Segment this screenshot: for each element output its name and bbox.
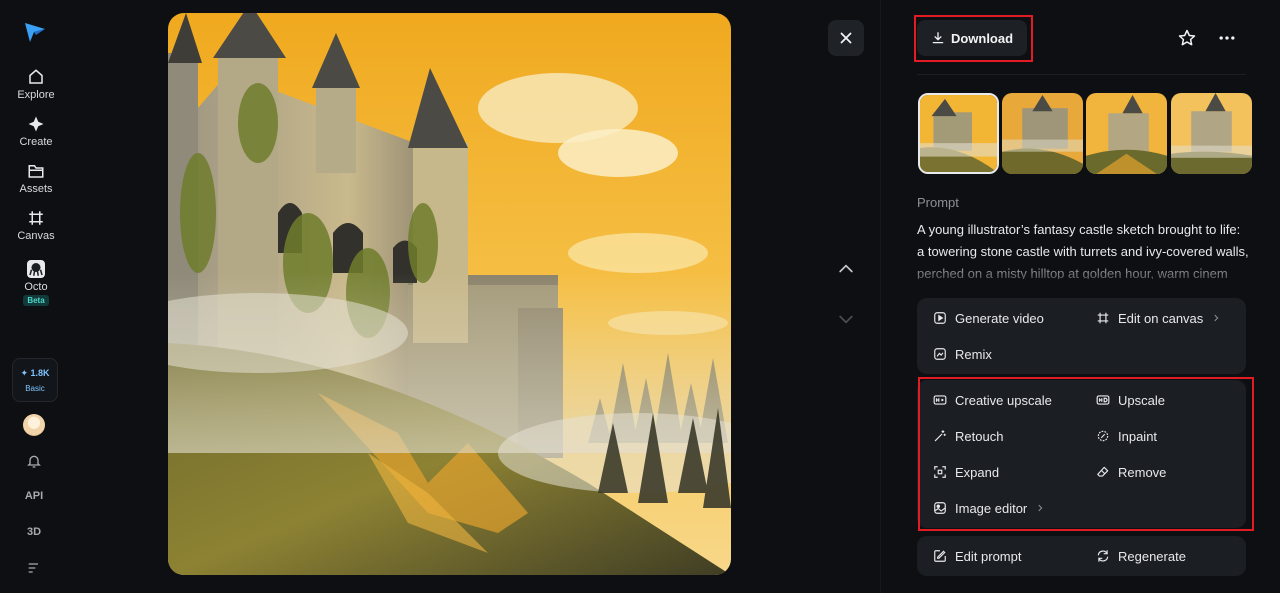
sidebar-item-label: Explore: [17, 89, 55, 101]
regenerate-label: Regenerate: [1118, 548, 1186, 564]
inpaint-icon: [1097, 430, 1109, 442]
sidebar-item-label: Canvas: [17, 230, 55, 242]
sidebar-item-canvas[interactable]: Canvas: [6, 209, 66, 249]
close-button[interactable]: [828, 20, 864, 56]
chevron-up-icon: [839, 264, 853, 273]
beta-badge: Beta: [23, 295, 49, 306]
more-horizontal-icon: [1219, 36, 1235, 40]
divider: [917, 74, 1246, 75]
thumbnail-2[interactable]: [1002, 93, 1083, 174]
hd-plus-icon: [933, 395, 947, 405]
expand-label: Expand: [955, 464, 1000, 480]
edit-prompt-icon: [934, 550, 946, 562]
chevron-right-icon: [1214, 314, 1219, 322]
remove-button[interactable]: Remove: [1096, 460, 1166, 484]
canvas-icon: [29, 211, 43, 225]
thumbnail-3[interactable]: [1086, 93, 1167, 174]
home-icon: [29, 69, 43, 84]
remove-label: Remove: [1118, 464, 1167, 480]
regenerate-button[interactable]: Regenerate: [1096, 544, 1186, 568]
image-editor-button[interactable]: Image editor: [933, 496, 1045, 520]
edit-prompt-button[interactable]: Edit prompt: [933, 544, 1021, 568]
generate-video-button[interactable]: Generate video: [933, 306, 1044, 330]
sidebar-item-label: Octo: [24, 281, 48, 293]
api-label: API: [24, 490, 44, 502]
close-icon: [840, 32, 852, 44]
app-root: Explore Create Assets Canvas Octo Beta ✦…: [0, 0, 1280, 593]
sidebar-item-label: Create: [19, 136, 53, 148]
play-icon: [934, 312, 946, 324]
chevron-down-icon: [839, 315, 853, 324]
details-panel: Download Prompt A young illustrator’s fa…: [880, 0, 1280, 593]
avatar[interactable]: [23, 414, 45, 436]
remix-icon: [934, 348, 946, 360]
logo-icon[interactable]: [23, 20, 47, 44]
expand-button[interactable]: Expand: [933, 460, 999, 484]
menu-icon[interactable]: [22, 558, 46, 578]
edit-prompt-label: Edit prompt: [955, 548, 1022, 564]
sparkle-icon: [28, 116, 44, 132]
magic-wand-icon: [934, 430, 946, 442]
generate-video-label: Generate video: [955, 310, 1044, 326]
credits-amount: ✦ 1.8K: [20, 367, 50, 378]
upscale-label: Upscale: [1118, 392, 1165, 408]
image-editor-label: Image editor: [955, 500, 1028, 516]
image-tools-panel: Creative upscale Upscale Retouch Inpaint…: [917, 380, 1246, 528]
download-label: Download: [950, 30, 1014, 46]
credits-badge[interactable]: ✦ 1.8K Basic: [12, 358, 58, 402]
prompt-text[interactable]: A young illustrator’s fantasy castle ske…: [917, 219, 1251, 279]
sidebar-item-create[interactable]: Create: [6, 115, 66, 155]
image-edit-icon: [934, 502, 946, 514]
prompt-label: Prompt: [917, 195, 959, 210]
next-image-button[interactable]: [834, 307, 858, 331]
sidebar-item-explore[interactable]: Explore: [6, 68, 66, 108]
notification-bell-icon[interactable]: [22, 451, 46, 471]
folder-icon: [28, 165, 44, 178]
favorite-button[interactable]: [1177, 28, 1197, 48]
three-d-link[interactable]: 3D: [22, 522, 46, 542]
thumbnail-4[interactable]: [1171, 93, 1252, 174]
inpaint-label: Inpaint: [1118, 428, 1158, 444]
thumbnail-1[interactable]: [918, 93, 999, 174]
download-icon: [932, 32, 944, 44]
octo-icon: [27, 260, 45, 278]
plan-label: Basic: [25, 383, 45, 393]
regenerate-icon: [1097, 550, 1109, 562]
more-options-button[interactable]: [1217, 28, 1237, 48]
primary-actions-panel: Generate video Edit on canvas Remix: [917, 298, 1246, 374]
creative-upscale-button[interactable]: Creative upscale: [933, 388, 1052, 412]
previous-image-button[interactable]: [834, 257, 858, 281]
expand-icon: [934, 466, 946, 478]
inpaint-button[interactable]: Inpaint: [1096, 424, 1157, 448]
crop-icon: [1097, 312, 1109, 324]
upscale-button[interactable]: Upscale: [1096, 388, 1165, 412]
remix-button[interactable]: Remix: [933, 342, 992, 366]
edit-on-canvas-label: Edit on canvas: [1118, 310, 1204, 326]
sidebar-item-assets[interactable]: Assets: [6, 162, 66, 202]
sidebar-item-label: Assets: [19, 183, 53, 195]
api-link[interactable]: API: [22, 486, 46, 506]
three-d-label: 3D: [26, 526, 42, 538]
creative-upscale-label: Creative upscale: [955, 392, 1052, 408]
left-sidebar: Explore Create Assets Canvas Octo Beta ✦…: [0, 0, 72, 593]
prompt-actions-panel: Edit prompt Regenerate: [917, 536, 1246, 576]
hd-icon: [1096, 395, 1110, 405]
sidebar-item-octo[interactable]: Octo Beta: [6, 260, 66, 310]
retouch-button[interactable]: Retouch: [933, 424, 1003, 448]
chevron-right-icon: [1038, 504, 1043, 512]
generated-image-castle[interactable]: [168, 13, 731, 575]
eraser-icon: [1097, 466, 1109, 477]
remix-label: Remix: [955, 346, 992, 362]
retouch-label: Retouch: [955, 428, 1004, 444]
download-button[interactable]: Download: [917, 20, 1027, 56]
star-icon: [1178, 29, 1196, 46]
edit-on-canvas-button[interactable]: Edit on canvas: [1096, 306, 1221, 330]
